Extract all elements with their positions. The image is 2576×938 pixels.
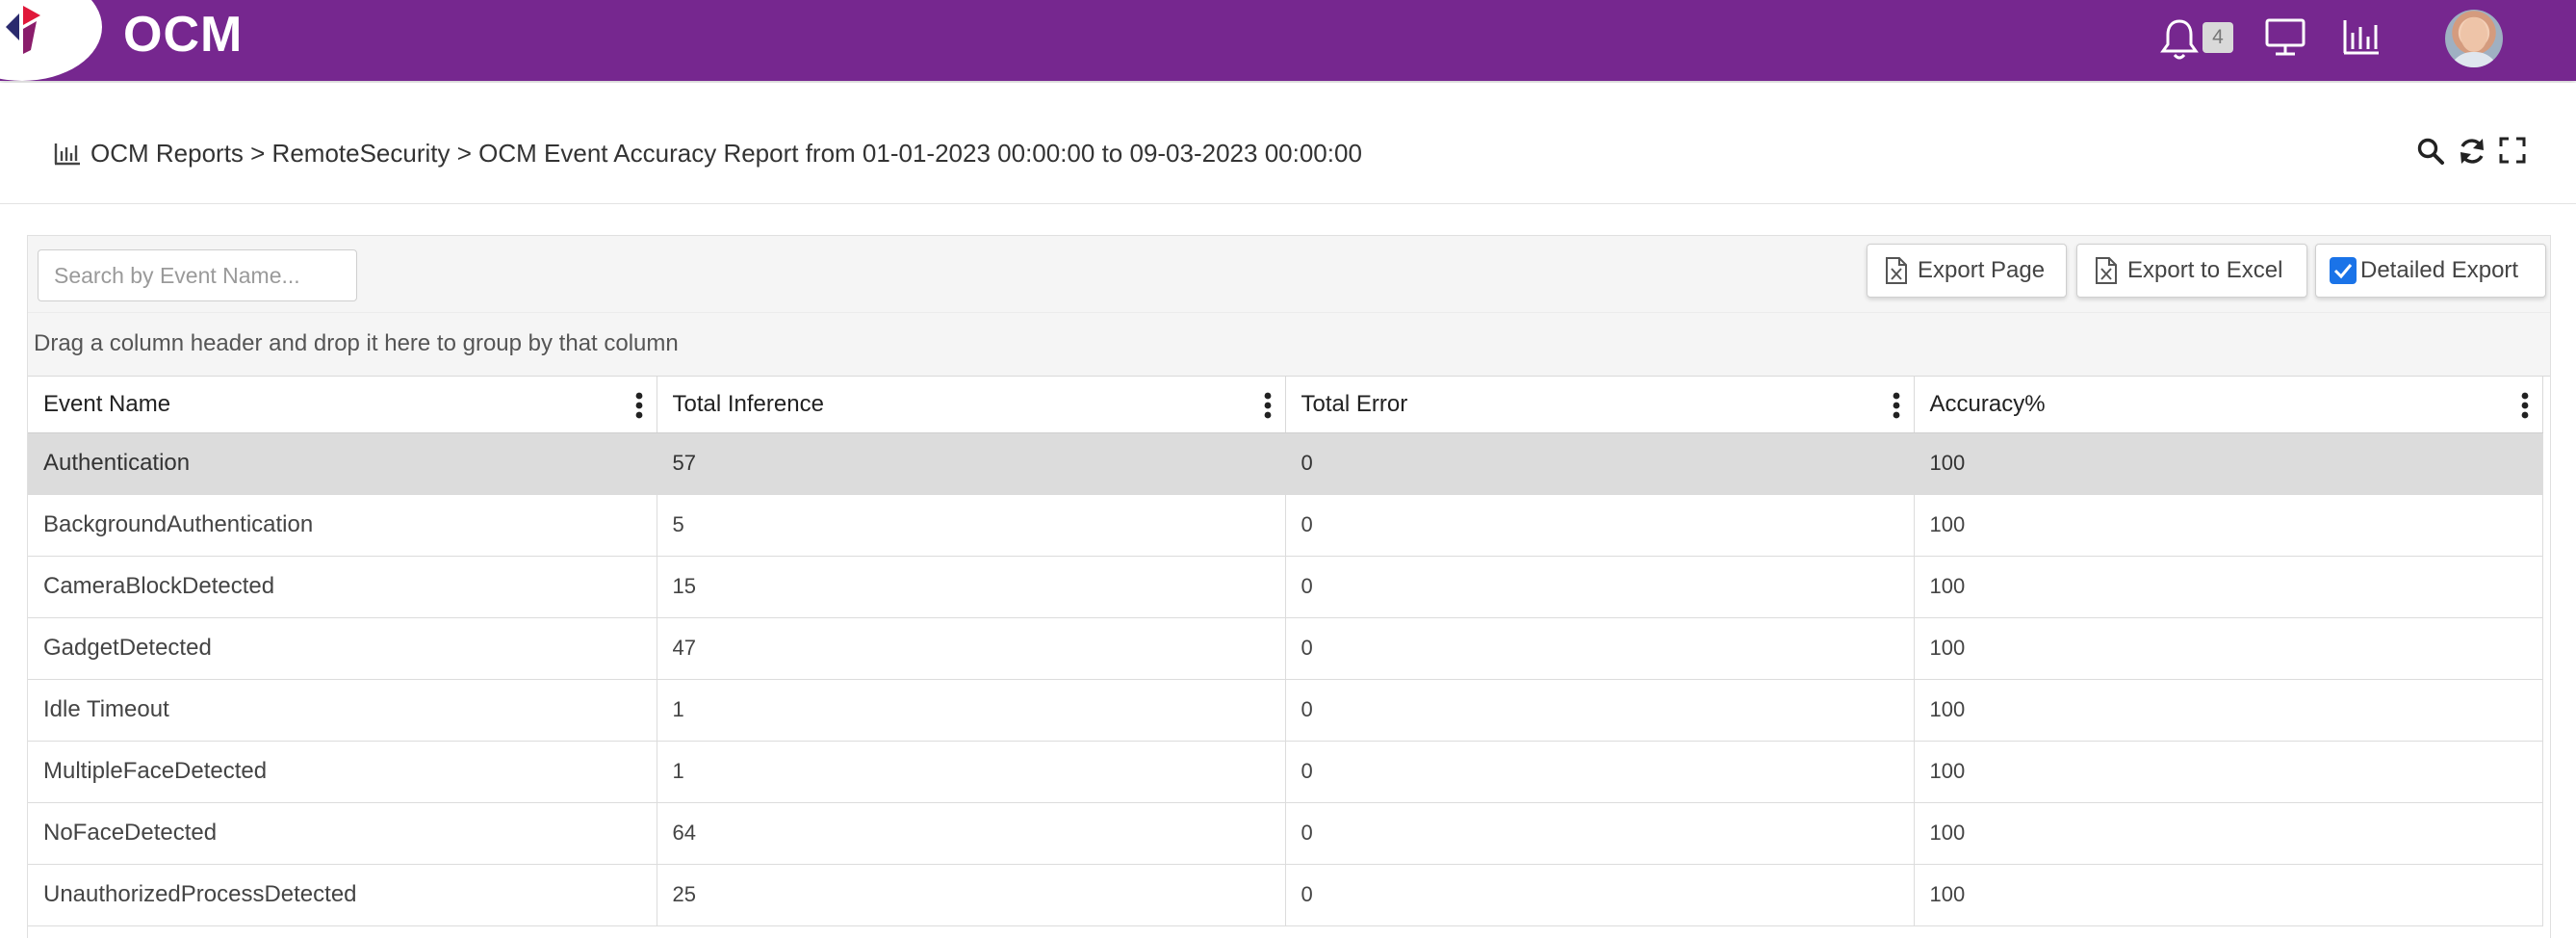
table-row[interactable]: Authentication 57 0 100 [28, 432, 2543, 495]
column-menu-icon[interactable] [2521, 392, 2529, 419]
fullscreen-icon[interactable] [2499, 137, 2526, 164]
cell-total-error: 0 [1285, 679, 1915, 742]
bell-icon[interactable] [2160, 17, 2199, 62]
column-header-event-name[interactable]: Event Name [28, 377, 657, 433]
group-hint-text: Drag a column header and drop it here to… [34, 330, 679, 356]
column-header-label: Total Inference [672, 390, 824, 417]
cell-total-error: 0 [1285, 494, 1915, 557]
refresh-icon[interactable] [2457, 137, 2487, 166]
breadcrumb: OCM Reports > RemoteSecurity > OCM Event… [54, 139, 1362, 169]
cell-event-name: CameraBlockDetected [28, 556, 657, 618]
excel-file-icon [1886, 257, 1907, 284]
export-page-label: Export Page [1918, 257, 2046, 283]
cell-total-inference: 15 [657, 556, 1286, 618]
detailed-export-label: Detailed Export [2360, 257, 2519, 283]
cell-total-error: 0 [1285, 556, 1915, 618]
cell-total-inference: 57 [657, 432, 1286, 495]
cell-event-name: Authentication [28, 432, 657, 495]
avatar-shirt [2449, 52, 2499, 67]
brand-title: OCM [123, 7, 244, 63]
cell-total-inference: 47 [657, 617, 1286, 680]
table-row[interactable]: NoFaceDetected 64 0 100 [28, 802, 2543, 865]
cell-total-inference: 5 [657, 494, 1286, 557]
logo-icon [6, 6, 40, 54]
table-row[interactable]: MultipleFaceDetected 1 0 100 [28, 741, 2543, 803]
cell-total-inference: 64 [657, 802, 1286, 865]
detailed-export-toggle[interactable]: Detailed Export [2315, 244, 2546, 298]
table-row[interactable]: GadgetDetected 47 0 100 [28, 617, 2543, 680]
user-avatar[interactable] [2445, 10, 2503, 67]
column-menu-icon[interactable] [1893, 392, 1900, 419]
cell-accuracy: 100 [1914, 432, 2543, 495]
grid-toolbar: Export Page Export to Excel Detailed Exp… [28, 236, 2550, 313]
cell-total-error: 0 [1285, 432, 1915, 495]
notification-count-badge[interactable]: 4 [2202, 22, 2233, 53]
report-header: OCM Reports > RemoteSecurity > OCM Event… [0, 83, 2576, 204]
cell-accuracy: 100 [1914, 864, 2543, 926]
cell-accuracy: 100 [1914, 741, 2543, 803]
cell-total-error: 0 [1285, 741, 1915, 803]
cell-event-name: MultipleFaceDetected [28, 741, 657, 803]
breadcrumb-text: OCM Reports > RemoteSecurity > OCM Event… [90, 139, 1362, 168]
group-drop-area[interactable]: Drag a column header and drop it here to… [28, 313, 2550, 377]
column-header-total-error[interactable]: Total Error [1285, 377, 1915, 433]
bar-chart-icon[interactable] [2341, 17, 2382, 58]
table-row[interactable]: BackgroundAuthentication 5 0 100 [28, 494, 2543, 557]
cell-total-error: 0 [1285, 802, 1915, 865]
table-row[interactable]: CameraBlockDetected 15 0 100 [28, 556, 2543, 618]
logo[interactable] [0, 0, 102, 81]
cell-event-name: NoFaceDetected [28, 802, 657, 865]
excel-file-icon [2096, 257, 2117, 284]
column-header-label: Event Name [43, 390, 171, 417]
cell-accuracy: 100 [1914, 556, 2543, 618]
cell-accuracy: 100 [1914, 679, 2543, 742]
top-navbar: OCM 4 [0, 0, 2576, 81]
table-row[interactable]: Idle Timeout 1 0 100 [28, 679, 2543, 742]
export-page-button[interactable]: Export Page [1867, 244, 2067, 298]
table-row[interactable]: UnauthorizedProcessDetected 25 0 100 [28, 864, 2543, 926]
column-menu-icon[interactable] [635, 392, 643, 419]
monitor-icon[interactable] [2264, 17, 2306, 58]
cell-total-error: 0 [1285, 864, 1915, 926]
report-grid-panel: Export Page Export to Excel Detailed Exp… [27, 235, 2551, 938]
cell-total-inference: 1 [657, 679, 1286, 742]
cell-accuracy: 100 [1914, 494, 2543, 557]
cell-event-name: UnauthorizedProcessDetected [28, 864, 657, 926]
export-excel-label: Export to Excel [2127, 257, 2283, 283]
check-icon [2333, 264, 2353, 279]
cell-event-name: GadgetDetected [28, 617, 657, 680]
cell-total-inference: 1 [657, 741, 1286, 803]
cell-event-name: Idle Timeout [28, 679, 657, 742]
search-input[interactable] [38, 249, 357, 301]
column-header-label: Total Error [1301, 390, 1408, 417]
cell-total-inference: 25 [657, 864, 1286, 926]
search-icon[interactable] [2416, 137, 2445, 166]
cell-total-error: 0 [1285, 617, 1915, 680]
table-header-row: Event Name Total Inference Total Error A… [28, 377, 2543, 433]
column-header-total-inference[interactable]: Total Inference [657, 377, 1286, 433]
export-to-excel-button[interactable]: Export to Excel [2076, 244, 2307, 298]
event-accuracy-table: Event Name Total Inference Total Error A… [28, 377, 2543, 926]
avatar-face [2460, 17, 2487, 52]
cell-accuracy: 100 [1914, 802, 2543, 865]
cell-accuracy: 100 [1914, 617, 2543, 680]
column-menu-icon[interactable] [1264, 392, 1272, 419]
detailed-export-checkbox[interactable] [2330, 257, 2357, 284]
column-header-accuracy[interactable]: Accuracy% [1914, 377, 2543, 433]
cell-event-name: BackgroundAuthentication [28, 494, 657, 557]
column-header-label: Accuracy% [1929, 390, 2046, 417]
bar-chart-icon [54, 143, 80, 165]
